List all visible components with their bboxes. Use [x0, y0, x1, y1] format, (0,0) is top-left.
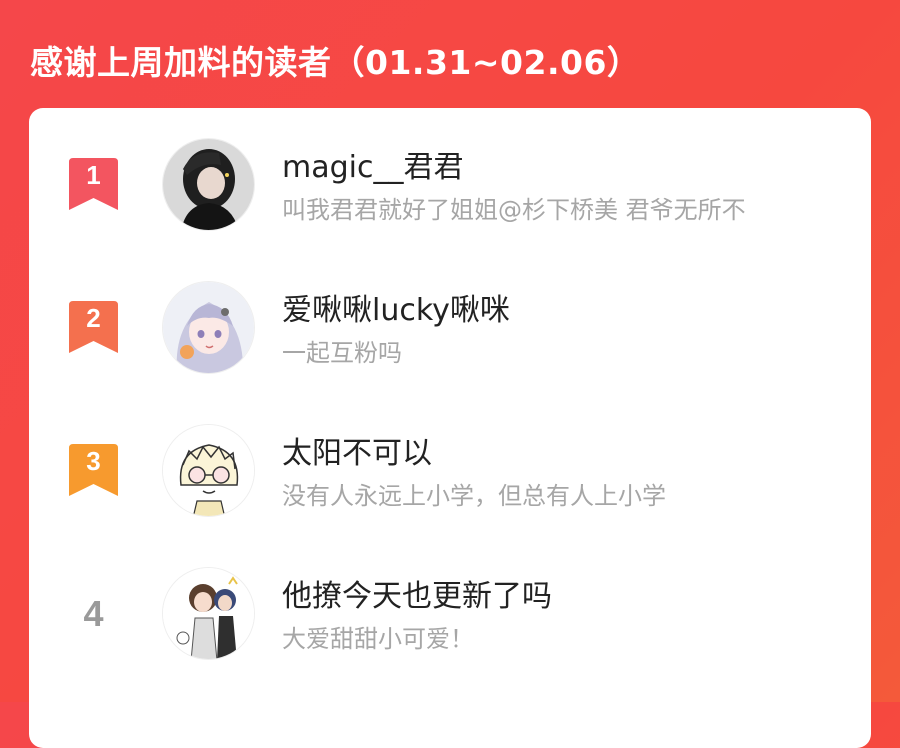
rank-number: 2	[86, 303, 101, 333]
rank-badge: 2	[69, 301, 118, 353]
rank-badge: 1	[69, 158, 118, 210]
avatar-cartoon-group-icon[interactable]	[162, 567, 255, 660]
avatar-anime-girl-icon[interactable]	[162, 281, 255, 374]
reader-bio: 大爱甜甜小可爱！	[282, 625, 474, 653]
reader-name[interactable]: 他撩今天也更新了吗	[282, 571, 552, 615]
reader-bio: 没有人永远上小学，但总有人上小学	[282, 482, 666, 510]
rank-number: 3	[86, 446, 101, 476]
rank-number: 4	[83, 593, 104, 634]
reader-name[interactable]: magic__君君	[282, 142, 463, 186]
reader-row[interactable]: 2 爱啾啾lucky啾咪 一起互粉吗	[29, 251, 871, 391]
reader-bio: 叫我君君就好了姐姐@杉下桥美 君爷无所不	[282, 196, 746, 224]
avatar-cartoon-glasses-icon[interactable]	[162, 424, 255, 517]
reader-row[interactable]: 3 太阳不可以 没有人永远上小学，但总有人上小学	[29, 394, 871, 534]
avatar-dark-hair-icon[interactable]	[162, 138, 255, 231]
page-title: 感谢上周加料的读者（01.31~02.06）	[30, 43, 641, 82]
reader-row[interactable]: 1 magic__君君 叫我君君就好了姐姐@杉下桥美 君爷无所不	[29, 108, 871, 248]
reader-bio: 一起互粉吗	[282, 339, 402, 367]
rank-number: 1	[86, 160, 101, 190]
rank-badge: 3	[69, 444, 118, 496]
reader-name[interactable]: 爱啾啾lucky啾咪	[282, 285, 510, 329]
reader-name[interactable]: 太阳不可以	[282, 428, 432, 472]
reader-row[interactable]: 4 他撩今天也更新了吗 大爱甜甜小可爱！	[29, 537, 871, 677]
reader-ranking-card: 1 magic__君君 叫我君君就好了姐姐@杉下桥美 君爷无所不 2 爱啾啾lu…	[29, 108, 871, 748]
